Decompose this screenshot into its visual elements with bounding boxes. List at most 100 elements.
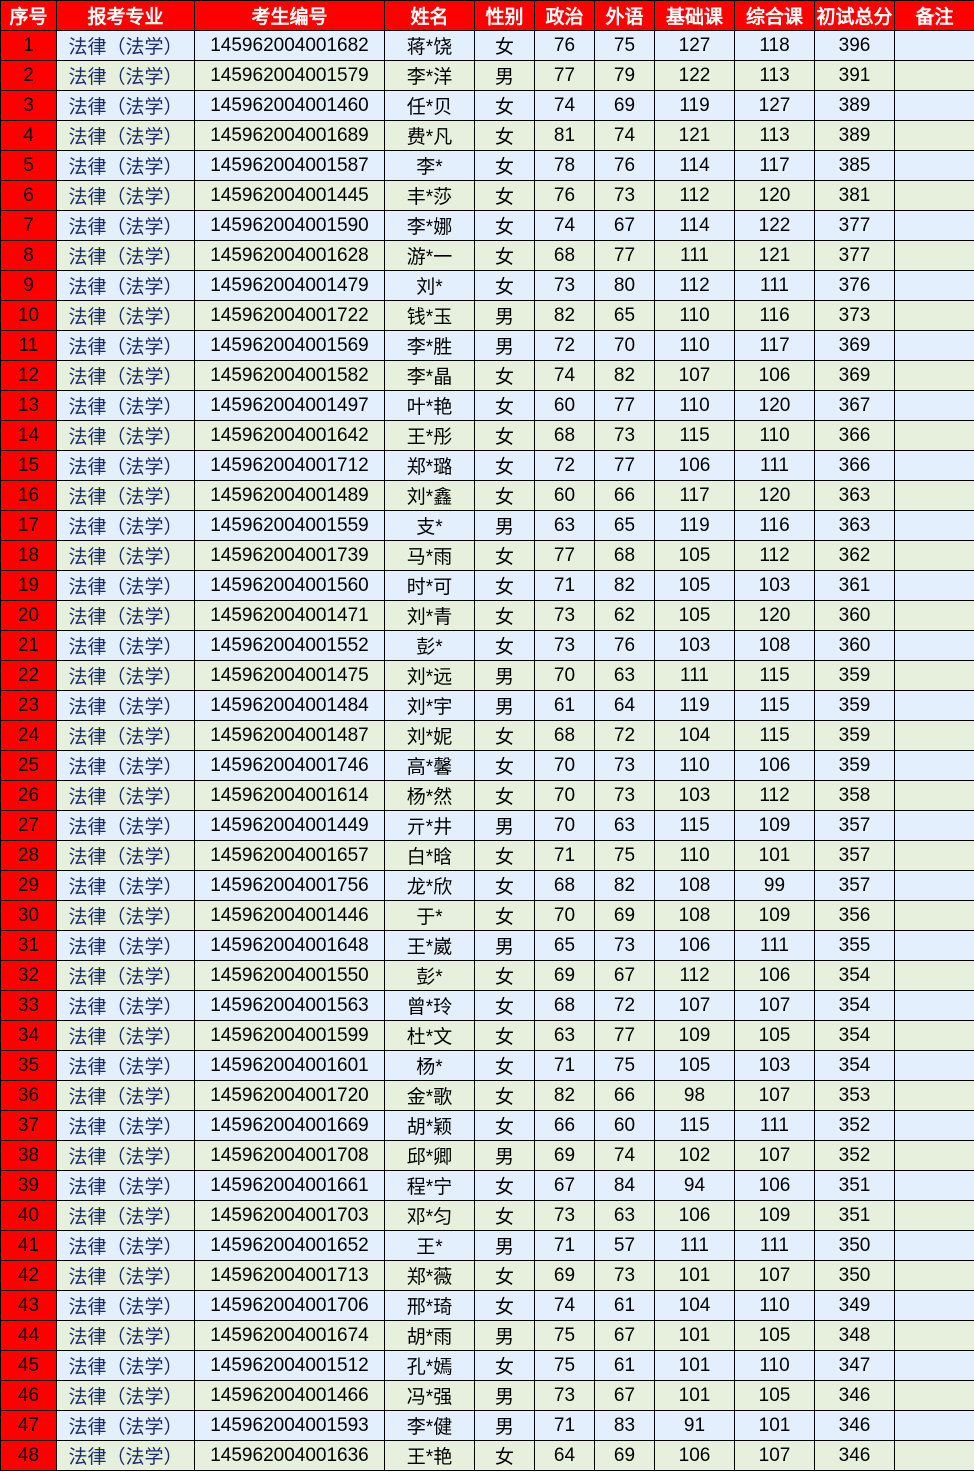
cell-base: 122 [655,61,735,91]
cell-base: 101 [655,1321,735,1351]
cell-major: 法律（法学） [57,661,195,691]
cell-note [895,61,974,91]
cell-seq: 42 [1,1261,57,1291]
cell-lang: 80 [595,271,655,301]
cell-lang: 60 [595,1111,655,1141]
cell-name: 李*娜 [385,211,475,241]
cell-major: 法律（法学） [57,181,195,211]
cell-note [895,1321,974,1351]
cell-id: 145962004001657 [195,841,385,871]
cell-id: 145962004001569 [195,331,385,361]
cell-pol: 69 [535,961,595,991]
cell-total: 349 [815,1291,895,1321]
cell-comp: 120 [735,481,815,511]
cell-note [895,781,974,811]
cell-seq: 24 [1,721,57,751]
cell-pol: 60 [535,391,595,421]
cell-seq: 1 [1,31,57,61]
cell-lang: 63 [595,811,655,841]
cell-total: 359 [815,721,895,751]
cell-note [895,601,974,631]
cell-name: 支* [385,511,475,541]
cell-total: 354 [815,961,895,991]
cell-base: 101 [655,1261,735,1291]
cell-seq: 34 [1,1021,57,1051]
cell-base: 110 [655,331,735,361]
cell-major: 法律（法学） [57,421,195,451]
cell-id: 145962004001706 [195,1291,385,1321]
cell-major: 法律（法学） [57,481,195,511]
cell-name: 龙*欣 [385,871,475,901]
cell-comp: 120 [735,601,815,631]
cell-seq: 31 [1,931,57,961]
cell-major: 法律（法学） [57,61,195,91]
cell-major: 法律（法学） [57,1021,195,1051]
cell-pol: 70 [535,661,595,691]
cell-pol: 82 [535,301,595,331]
cell-major: 法律（法学） [57,451,195,481]
cell-gender: 女 [475,1291,535,1321]
cell-name: 李* [385,151,475,181]
cell-base: 91 [655,1411,735,1441]
cell-total: 354 [815,1021,895,1051]
cell-pol: 70 [535,751,595,781]
cell-pol: 72 [535,331,595,361]
table-row: 20法律（法学）145962004001471刘*青女7362105120360 [1,601,974,631]
cell-major: 法律（法学） [57,901,195,931]
cell-note [895,961,974,991]
cell-major: 法律（法学） [57,271,195,301]
cell-name: 丰*莎 [385,181,475,211]
cell-major: 法律（法学） [57,1291,195,1321]
cell-major: 法律（法学） [57,1081,195,1111]
cell-lang: 63 [595,661,655,691]
cell-id: 145962004001466 [195,1381,385,1411]
cell-note [895,1411,974,1441]
cell-note [895,871,974,901]
cell-base: 105 [655,601,735,631]
cell-major: 法律（法学） [57,691,195,721]
cell-seq: 26 [1,781,57,811]
cell-id: 145962004001587 [195,151,385,181]
cell-name: 李*晶 [385,361,475,391]
cell-id: 145962004001552 [195,631,385,661]
cell-note [895,931,974,961]
cell-major: 法律（法学） [57,211,195,241]
cell-base: 104 [655,721,735,751]
cell-name: 刘*妮 [385,721,475,751]
cell-total: 351 [815,1171,895,1201]
table-row: 11法律（法学）145962004001569李*胜男7270110117369 [1,331,974,361]
cell-note [895,391,974,421]
table-row: 41法律（法学）145962004001652王*男7157111111350 [1,1231,974,1261]
cell-name: 刘* [385,271,475,301]
cell-comp: 103 [735,1051,815,1081]
cell-total: 358 [815,781,895,811]
cell-pol: 63 [535,511,595,541]
cell-comp: 127 [735,91,815,121]
cell-pol: 68 [535,991,595,1021]
cell-lang: 66 [595,1081,655,1111]
cell-name: 王* [385,1231,475,1261]
cell-total: 367 [815,391,895,421]
cell-gender: 女 [475,721,535,751]
cell-comp: 107 [735,1081,815,1111]
cell-total: 377 [815,211,895,241]
cell-pol: 71 [535,1411,595,1441]
table-row: 43法律（法学）145962004001706邢*琦女7461104110349 [1,1291,974,1321]
cell-base: 107 [655,991,735,1021]
cell-major: 法律（法学） [57,1321,195,1351]
cell-name: 高*馨 [385,751,475,781]
cell-base: 105 [655,571,735,601]
cell-seq: 13 [1,391,57,421]
header-note: 备注 [895,1,974,31]
cell-major: 法律（法学） [57,991,195,1021]
table-row: 25法律（法学）145962004001746高*馨女7073110106359 [1,751,974,781]
cell-lang: 74 [595,121,655,151]
cell-seq: 14 [1,421,57,451]
cell-pol: 70 [535,781,595,811]
cell-name: 李*胜 [385,331,475,361]
cell-seq: 15 [1,451,57,481]
table-row: 33法律（法学）145962004001563曾*玲女6872107107354 [1,991,974,1021]
table-row: 31法律（法学）145962004001648王*崴男6573106111355 [1,931,974,961]
cell-id: 145962004001550 [195,961,385,991]
cell-base: 110 [655,301,735,331]
